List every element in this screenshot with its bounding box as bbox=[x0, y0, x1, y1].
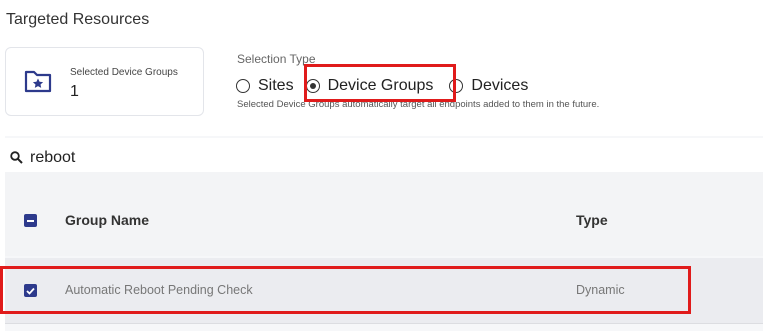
radio-device-groups[interactable]: Device Groups bbox=[305, 77, 434, 95]
selected-groups-card: Selected Device Groups 1 bbox=[5, 47, 204, 116]
selection-type-label: Selection Type bbox=[237, 52, 316, 66]
select-all-checkbox[interactable] bbox=[24, 214, 37, 227]
radio-devices-indicator[interactable] bbox=[449, 79, 464, 93]
section-title: Targeted Resources bbox=[6, 11, 150, 28]
radio-sites-indicator[interactable] bbox=[236, 79, 250, 93]
cell-type: Dynamic bbox=[576, 283, 625, 297]
check-icon bbox=[26, 287, 35, 295]
search-icon bbox=[10, 151, 23, 164]
cell-group-name: Automatic Reboot Pending Check bbox=[65, 283, 253, 297]
column-header-type[interactable]: Type bbox=[576, 212, 608, 228]
column-header-group-name[interactable]: Group Name bbox=[65, 212, 149, 228]
radio-device-groups-indicator[interactable] bbox=[305, 79, 320, 93]
row-checkbox[interactable] bbox=[24, 284, 37, 297]
radio-device-groups-label: Device Groups bbox=[327, 77, 434, 94]
selection-type-group: Sites Device Groups Devices bbox=[236, 74, 528, 98]
search-input[interactable] bbox=[30, 149, 330, 167]
radio-sites-label: Sites bbox=[258, 77, 294, 94]
selected-groups-label: Selected Device Groups bbox=[70, 67, 178, 78]
radio-sites[interactable]: Sites bbox=[236, 77, 294, 95]
radio-devices[interactable]: Devices bbox=[449, 77, 528, 95]
selection-hint: Selected Device Groups automatically tar… bbox=[237, 99, 600, 110]
radio-devices-label: Devices bbox=[471, 77, 529, 94]
selected-groups-count: 1 bbox=[70, 83, 79, 100]
row-divider bbox=[5, 323, 763, 324]
folder-star-icon bbox=[24, 70, 52, 93]
